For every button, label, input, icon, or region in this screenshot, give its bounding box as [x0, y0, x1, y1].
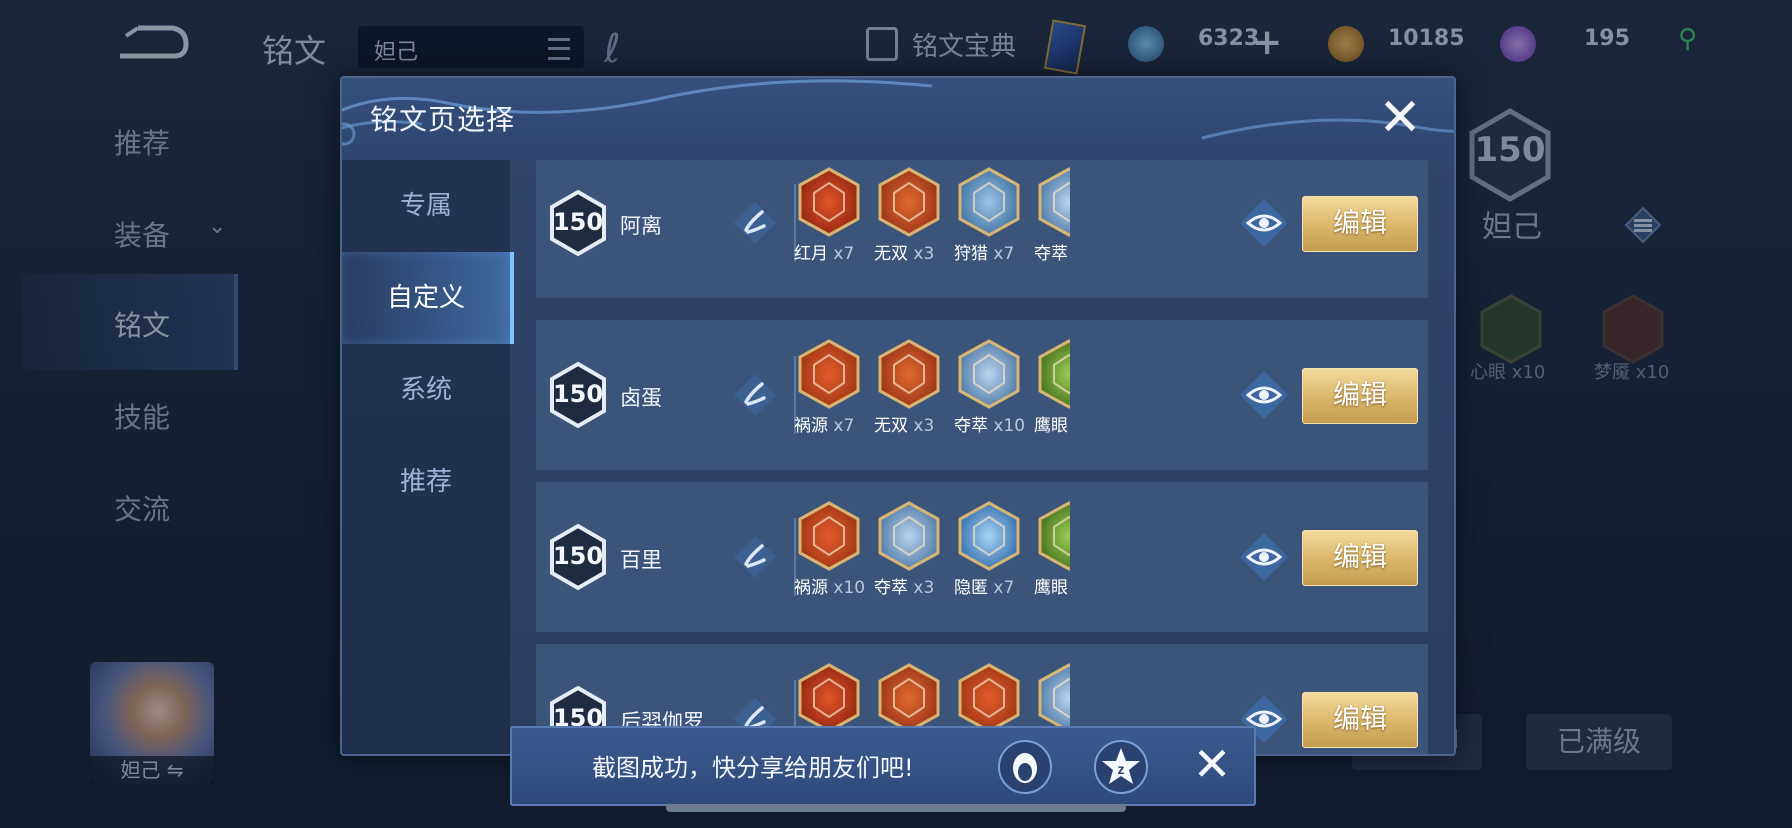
rune-label: 祸源 x10	[794, 573, 865, 598]
red-moon-rune-icon	[798, 167, 860, 237]
rune-label: 夺萃 x3	[874, 573, 934, 598]
rune-page-name: 阿离	[620, 214, 662, 238]
page-category-tabs: 专属 自定义 系统 推荐	[342, 160, 514, 754]
rune-label: 夺萃 x10	[954, 411, 1025, 436]
dialog-close-button[interactable]: ✕	[1370, 88, 1430, 148]
red-moon-rune-icon	[798, 663, 860, 733]
tab-exclusive[interactable]: 专属	[342, 160, 510, 252]
edit-button[interactable]: 编辑	[1302, 368, 1418, 424]
rune-name: 祸源	[794, 578, 828, 598]
harvest-rune-icon	[1038, 663, 1070, 733]
rune-name: 夺萃	[1034, 244, 1068, 264]
tab-recommend[interactable]: 推荐	[342, 436, 510, 528]
rune-label: 夺萃	[1034, 239, 1070, 264]
rune-name: 祸源	[794, 416, 828, 436]
rune-name: 鹰眼	[1034, 416, 1068, 436]
share-qq-button[interactable]	[998, 740, 1052, 794]
rune-name: 狩猎	[954, 244, 988, 264]
toast-message: 截图成功，快分享给朋友们吧!	[592, 754, 914, 782]
hunt-rune-icon	[958, 167, 1020, 237]
star-icon: z	[1102, 748, 1140, 784]
harvest-rune-icon	[958, 339, 1020, 409]
edit-button[interactable]: 编辑	[1302, 692, 1418, 748]
rune-level: 150	[552, 208, 604, 236]
rune-count: x3	[913, 416, 935, 436]
rune-label: 鹰眼	[1034, 411, 1070, 436]
preview-eye-icon[interactable]	[1238, 369, 1290, 421]
hawk-eye-rune-icon	[1038, 501, 1070, 571]
peerless-rune-icon	[878, 663, 940, 733]
calamity-rune-icon	[798, 501, 860, 571]
tab-custom[interactable]: 自定义	[342, 252, 514, 344]
rune-name: 红月	[794, 244, 828, 264]
preview-eye-icon[interactable]	[1238, 531, 1290, 583]
home-indicator	[666, 804, 1126, 812]
penguin-icon	[1013, 753, 1037, 783]
preview-eye-icon[interactable]	[1238, 197, 1290, 249]
rune-page-row[interactable]: 150 百里祸源 x10 夺萃 x3 隐匿 x7 鹰眼 编辑	[536, 482, 1428, 632]
rune-label: 鹰眼	[1034, 573, 1070, 598]
rune-name: 无双	[874, 416, 908, 436]
rune-name: 夺萃	[874, 578, 908, 598]
close-icon: ✕	[1192, 737, 1232, 791]
rename-brush-icon[interactable]	[732, 200, 778, 246]
rune-name: 夺萃	[954, 416, 988, 436]
dialog-title: 铭文页选择	[370, 103, 516, 136]
rune-count: x7	[833, 244, 855, 264]
rune-page-row[interactable]: 150 卤蛋祸源 x7 无双 x3 夺萃 x10 鹰眼 编辑	[536, 320, 1428, 470]
rune-count: x10	[833, 578, 866, 598]
rune-count: x10	[993, 416, 1026, 436]
rune-count: x7	[993, 578, 1015, 598]
peerless-rune-icon	[878, 339, 940, 409]
rune-label: 狩猎 x7	[954, 239, 1014, 264]
rune-label: 红月 x7	[794, 239, 854, 264]
screenshot-share-toast: 截图成功，快分享给朋友们吧! z ✕	[510, 726, 1256, 806]
rune-name: 隐匿	[954, 578, 988, 598]
peerless-rune-icon	[878, 167, 940, 237]
rune-page-dialog: 铭文页选择 ✕ 专属 自定义 系统 推荐 150 阿离红月 x7 无双 x3 狩猎 x…	[340, 76, 1456, 756]
svg-text:z: z	[1118, 761, 1125, 777]
rune-label: 无双 x3	[874, 239, 934, 264]
rune-label: 无双 x3	[874, 411, 934, 436]
rune-page-name: 卤蛋	[620, 386, 662, 410]
harvest-rune-icon	[878, 501, 940, 571]
rune-count: x7	[993, 244, 1015, 264]
calamity-rune-icon	[958, 663, 1020, 733]
rune-name: 无双	[874, 244, 908, 264]
rune-label: 隐匿 x7	[954, 573, 1014, 598]
edit-button[interactable]: 编辑	[1302, 530, 1418, 586]
rename-brush-icon[interactable]	[732, 372, 778, 418]
rune-level: 150	[552, 542, 604, 570]
calamity-rune-icon	[798, 339, 860, 409]
rune-level: 150	[552, 380, 604, 408]
toast-close-button[interactable]: ✕	[1184, 736, 1240, 792]
rune-label: 祸源 x7	[794, 411, 854, 436]
harvest-rune-icon	[1038, 167, 1070, 237]
rune-page-list[interactable]: 150 阿离红月 x7 无双 x3 狩猎 x7 夺萃 编辑 150 卤蛋祸源 x7 无双 x3…	[536, 160, 1428, 754]
stealth-rune-icon	[958, 501, 1020, 571]
rune-page-name: 百里	[620, 548, 662, 572]
rune-count: x7	[833, 416, 855, 436]
edit-button[interactable]: 编辑	[1302, 196, 1418, 252]
share-qzone-button[interactable]: z	[1094, 740, 1148, 794]
rune-page-row[interactable]: 150 阿离红月 x7 无双 x3 狩猎 x7 夺萃 编辑	[536, 160, 1428, 298]
hawk-eye-rune-icon	[1038, 339, 1070, 409]
rune-name: 鹰眼	[1034, 578, 1068, 598]
tab-system[interactable]: 系统	[342, 344, 510, 436]
rune-count: x3	[913, 244, 935, 264]
close-icon: ✕	[1378, 88, 1422, 148]
rename-brush-icon[interactable]	[732, 534, 778, 580]
rune-count: x3	[913, 578, 935, 598]
